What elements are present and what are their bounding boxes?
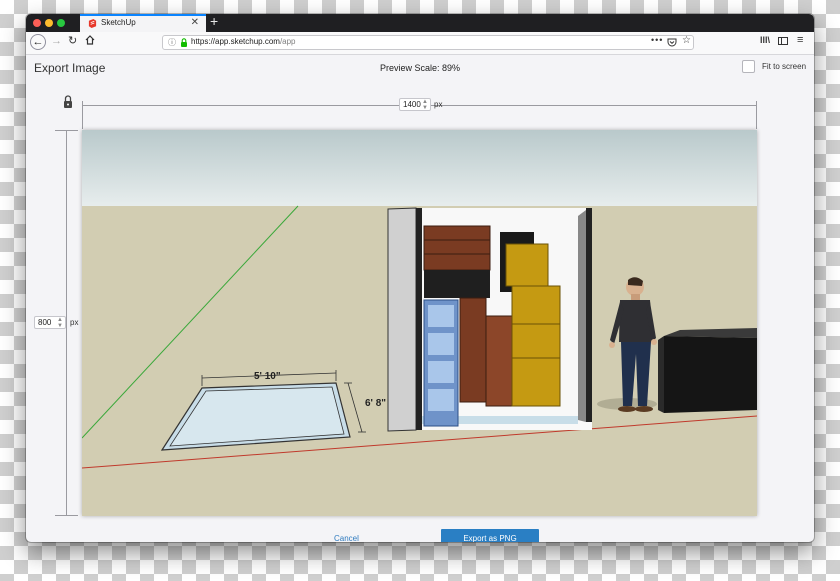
tv-box	[424, 270, 490, 298]
preview-scale-label: Preview Scale: 89%	[379, 63, 461, 73]
storage-unit	[387, 207, 592, 432]
new-tab-button[interactable]: +	[210, 14, 218, 29]
wood-cabinet	[459, 297, 487, 403]
yellow-box	[511, 285, 561, 325]
browser-tab[interactable]: SketchUp ✕	[80, 14, 206, 32]
unit-right-wall	[578, 210, 586, 422]
dimension-width-label: 5' 10"	[254, 371, 281, 382]
width-stepper-icon[interactable]: ▲ ▼	[422, 99, 428, 111]
url-text: https://app.sketchup.com/app	[191, 37, 296, 46]
back-arrow-icon[interactable]: ←	[30, 34, 46, 50]
library-icon[interactable]: lll\	[760, 35, 770, 45]
height-dimension-tick	[55, 515, 78, 516]
aspect-lock-icon[interactable]	[63, 95, 73, 109]
cancel-button[interactable]: Cancel	[334, 534, 359, 542]
minimize-window-button[interactable]	[45, 19, 53, 27]
more-icon[interactable]: •••	[651, 35, 663, 45]
menu-icon[interactable]: ≡	[797, 34, 803, 46]
preview-image: 5' 10" 6' 8"	[82, 130, 757, 516]
unit-left-wall	[387, 207, 417, 432]
tab-title: SketchUp	[101, 18, 136, 27]
sidebar-icon[interactable]	[778, 37, 788, 45]
height-value: 800	[38, 318, 52, 327]
url-host: https://app.sketchup.com	[191, 37, 280, 46]
sky	[82, 130, 757, 206]
fit-to-screen-label: Fit to screen	[762, 62, 807, 71]
reload-icon[interactable]: ↻	[68, 34, 77, 47]
dimension-depth-label: 6' 8"	[365, 398, 386, 409]
height-unit-label: px	[70, 318, 79, 327]
yellow-box-bottom	[511, 357, 561, 407]
height-stepper-icon[interactable]: ▲ ▼	[57, 317, 63, 329]
url-path: /app	[279, 37, 296, 46]
width-dimension-tick	[82, 101, 83, 129]
forward-arrow-icon[interactable]: →	[51, 35, 62, 47]
close-icon[interactable]: ✕	[191, 17, 199, 28]
home-icon[interactable]	[85, 35, 95, 45]
lock-icon	[181, 38, 187, 47]
fit-to-screen-checkbox[interactable]	[742, 60, 755, 73]
export-image-panel: Export Image Preview Scale: 89% Fit to s…	[26, 55, 814, 542]
close-window-button[interactable]	[33, 19, 41, 27]
height-dimension-line	[66, 130, 67, 516]
export-png-button[interactable]: Export as PNG	[441, 529, 539, 542]
address-bar[interactable]: ⓘ https://app.sketchup.com/app ••• ☆	[162, 35, 694, 50]
width-input[interactable]: 1400 ▲ ▼	[399, 98, 431, 111]
zoom-window-button[interactable]	[57, 19, 65, 27]
title-bar: SketchUp ✕ +	[26, 14, 814, 32]
star-icon[interactable]: ☆	[682, 35, 691, 46]
browser-window: SketchUp ✕ + ← → ↻ ⓘ https://app.sketchu…	[26, 14, 814, 542]
dresser-box	[423, 225, 491, 271]
width-unit-label: px	[434, 100, 443, 109]
width-dimension-tick	[756, 101, 757, 129]
height-dimension-tick	[55, 130, 78, 131]
yellow-box-top	[505, 243, 549, 287]
sketchup-favicon-icon	[88, 19, 97, 28]
navigation-bar: ← → ↻ ⓘ https://app.sketchup.com/app •••…	[26, 32, 814, 55]
info-icon[interactable]: ⓘ	[168, 37, 176, 48]
pocket-icon[interactable]	[667, 37, 677, 47]
scene-render: 5' 10" 6' 8"	[82, 130, 757, 516]
unit-left-frame	[416, 208, 422, 430]
unit-right-frame	[586, 208, 592, 422]
height-input[interactable]: 800 ▲ ▼	[34, 316, 66, 329]
yellow-box	[511, 323, 561, 359]
width-value: 1400	[403, 100, 421, 109]
black-chest	[658, 328, 757, 413]
